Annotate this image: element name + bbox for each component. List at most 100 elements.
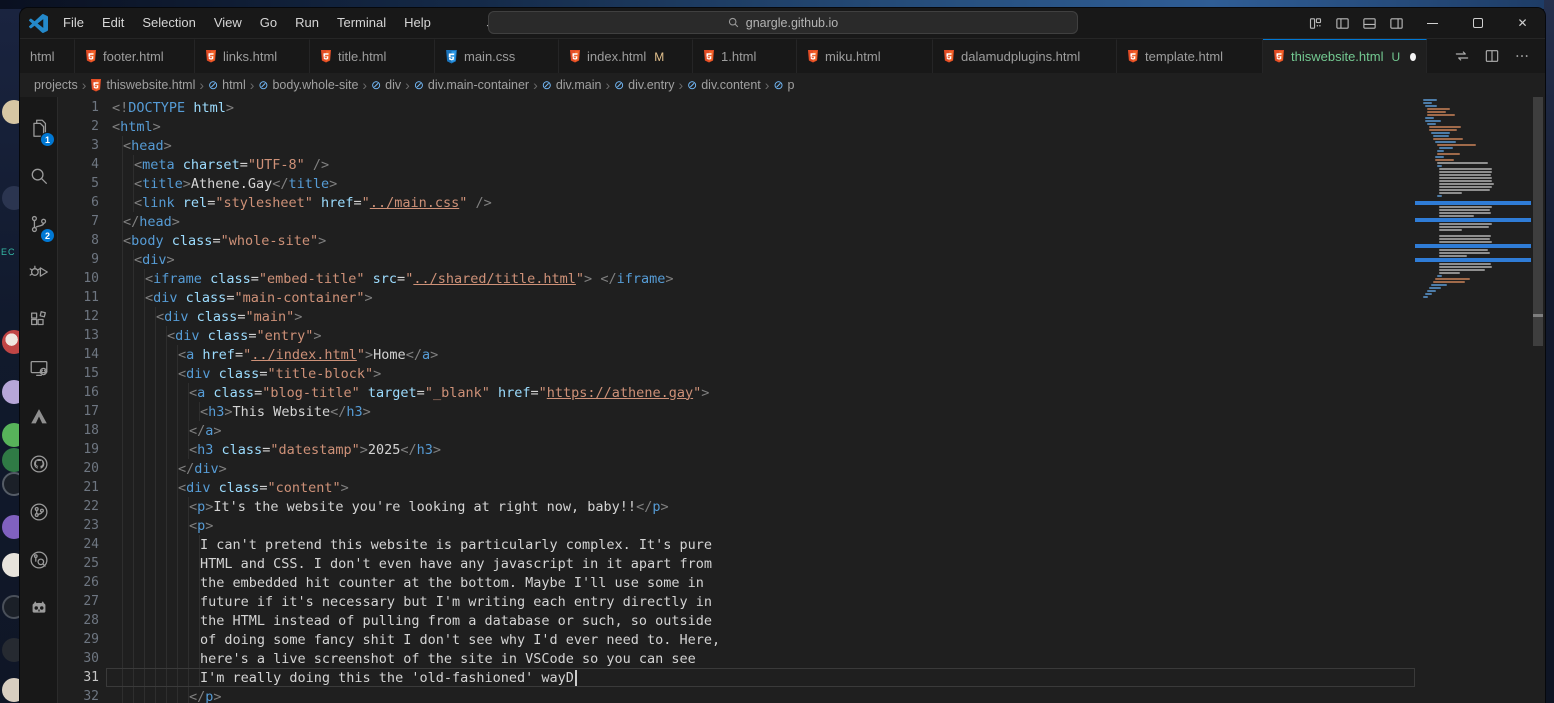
tab-label: 1.html [721, 49, 756, 64]
menu-item-help[interactable]: Help [395, 8, 440, 38]
activity-search-icon[interactable] [20, 152, 57, 200]
code-line[interactable]: 6<link rel="stylesheet" href="../main.cs… [58, 193, 1415, 212]
code-line[interactable]: 18</a> [58, 421, 1415, 440]
minimap-line [1415, 244, 1531, 248]
tab-index.html[interactable]: index.htmlM [559, 39, 693, 73]
split-editor-icon[interactable] [1481, 45, 1503, 67]
code-line[interactable]: 5<title>Athene.Gay</title> [58, 174, 1415, 193]
activity-extension-a-icon[interactable] [20, 392, 57, 440]
activity-source-control-icon[interactable]: 2 [20, 200, 57, 248]
code-line[interactable]: 12<div class="main"> [58, 307, 1415, 326]
code-line[interactable]: 23<p> [58, 516, 1415, 535]
code-line[interactable]: 4<meta charset="UTF-8" /> [58, 155, 1415, 174]
vertical-scrollbar[interactable] [1531, 97, 1545, 703]
customize-layout-button[interactable] [1302, 8, 1329, 38]
menu-item-terminal[interactable]: Terminal [328, 8, 395, 38]
tabs-container: htmlfooter.htmllinks.htmltitle.htmlmain.… [20, 39, 1427, 73]
tab-footer.html[interactable]: footer.html [75, 39, 195, 73]
code-line[interactable]: 7</head> [58, 212, 1415, 231]
breadcrumb-item[interactable]: ⊘p [773, 78, 794, 92]
command-center-search[interactable]: gnargle.github.io [488, 11, 1078, 34]
activity-explorer-icon[interactable]: 1 [20, 104, 57, 152]
menu-item-run[interactable]: Run [286, 8, 328, 38]
tab-template.html[interactable]: template.html [1117, 39, 1263, 73]
breadcrumb-item[interactable]: ⊘div [371, 78, 401, 92]
maximize-button[interactable] [1455, 8, 1500, 38]
code-line[interactable]: 10<iframe class="embed-title" src="../sh… [58, 269, 1415, 288]
breadcrumb-item[interactable]: ⊘html [208, 78, 246, 92]
code-line[interactable]: 19<h3 class="datestamp">2025</h3> [58, 440, 1415, 459]
code-line[interactable]: 30here's a live screenshot of the site i… [58, 649, 1415, 668]
html-symbol-icon: ⊘ [687, 79, 697, 91]
breadcrumb-item[interactable]: ⊘body.whole-site [258, 78, 358, 92]
menu-item-view[interactable]: View [205, 8, 251, 38]
code-line[interactable]: 8<body class="whole-site"> [58, 231, 1415, 250]
open-changes-icon[interactable] [1451, 45, 1473, 67]
breadcrumb-item[interactable]: ⊘div.content [687, 78, 761, 92]
menu-item-file[interactable]: File [54, 8, 93, 38]
code-line[interactable]: 24I can't pretend this website is partic… [58, 535, 1415, 554]
activity-gitlens-icon[interactable] [20, 488, 57, 536]
scrollbar-thumb[interactable] [1533, 97, 1543, 346]
minimize-button[interactable] [1410, 8, 1455, 38]
activity-github-icon[interactable] [20, 440, 57, 488]
tab-miku.html[interactable]: miku.html [797, 39, 933, 73]
git-status-badge: U [1391, 50, 1400, 64]
activity-remote-explorer-icon[interactable] [20, 344, 57, 392]
minimap[interactable] [1415, 97, 1531, 703]
code-line[interactable]: 29of doing some fancy shit I don't see w… [58, 630, 1415, 649]
code-line[interactable]: 28the HTML instead of pulling from a dat… [58, 611, 1415, 630]
code-line[interactable]: 9<div> [58, 250, 1415, 269]
code-line[interactable]: 16<a class="blog-title" target="_blank" … [58, 383, 1415, 402]
breadcrumb-item[interactable]: thiswebsite.html [90, 78, 195, 92]
menu-item-go[interactable]: Go [251, 8, 286, 38]
tab-label: thiswebsite.html [1291, 49, 1383, 64]
code-line[interactable]: 3<head> [58, 136, 1415, 155]
breadcrumb-item[interactable]: ⊘div.entry [614, 78, 674, 92]
activity-gitlens-inspect-icon[interactable] [20, 536, 57, 584]
tab-1.html[interactable]: 1.html [693, 39, 797, 73]
more-actions-icon[interactable] [1511, 45, 1533, 67]
line-number: 17 [58, 404, 112, 419]
minimap-line [1437, 150, 1444, 152]
editor[interactable]: 1<!DOCTYPE html>2<html>3<head>4<meta cha… [58, 97, 1545, 703]
code-line[interactable]: 1<!DOCTYPE html> [58, 98, 1415, 117]
toggle-secondary-sidebar-button[interactable] [1383, 8, 1410, 38]
code-line[interactable]: 27future if it's necessary but I'm writi… [58, 592, 1415, 611]
code-text: HTML and CSS. I don't even have any java… [112, 554, 712, 573]
menu-item-edit[interactable]: Edit [93, 8, 133, 38]
code-line[interactable]: 25HTML and CSS. I don't even have any ja… [58, 554, 1415, 573]
line-number: 31 [58, 670, 112, 685]
code-line[interactable]: 13<div class="entry"> [58, 326, 1415, 345]
toggle-panel-button[interactable] [1356, 8, 1383, 38]
breadcrumb-item[interactable]: ⊘div.main [542, 78, 602, 92]
code-line[interactable]: 31I'm really doing this the 'old-fashion… [58, 668, 1415, 687]
code-line[interactable]: 32</p> [58, 687, 1415, 703]
toggle-primary-sidebar-button[interactable] [1329, 8, 1356, 38]
code-line[interactable]: 11<div class="main-container"> [58, 288, 1415, 307]
tab-title.html[interactable]: title.html [310, 39, 435, 73]
close-button[interactable]: ✕ [1500, 8, 1545, 38]
code-line[interactable]: 2<html> [58, 117, 1415, 136]
breadcrumb-item[interactable]: ⊘div.main-container [414, 78, 529, 92]
activity-run-debug-icon[interactable] [20, 248, 57, 296]
tab-dalamudplugins.html[interactable]: dalamudplugins.html [933, 39, 1117, 73]
tab-thiswebsite.html[interactable]: thiswebsite.html U [1263, 39, 1427, 73]
activity-godot-tools-icon[interactable] [20, 584, 57, 632]
code-line[interactable]: 14<a href="../index.html">Home</a> [58, 345, 1415, 364]
activity-extensions-icon[interactable] [20, 296, 57, 344]
code-line[interactable]: 15<div class="title-block"> [58, 364, 1415, 383]
menu-item-selection[interactable]: Selection [133, 8, 204, 38]
minimap-line [1429, 287, 1441, 289]
code-line[interactable]: 21<div class="content"> [58, 478, 1415, 497]
code-line[interactable]: 20</div> [58, 459, 1415, 478]
tab-main.css[interactable]: main.css [435, 39, 559, 73]
breadcrumb-item[interactable]: projects [34, 78, 78, 92]
code-line[interactable]: 26the embedded hit counter at the bottom… [58, 573, 1415, 592]
code-area[interactable]: 1<!DOCTYPE html>2<html>3<head>4<meta cha… [58, 97, 1415, 703]
tab-links.html[interactable]: links.html [195, 39, 310, 73]
code-line[interactable]: 17<h3>This Website</h3> [58, 402, 1415, 421]
code-line[interactable]: 22<p>It's the website you're looking at … [58, 497, 1415, 516]
tab-html[interactable]: html [20, 39, 75, 73]
indent-guides [112, 573, 200, 592]
